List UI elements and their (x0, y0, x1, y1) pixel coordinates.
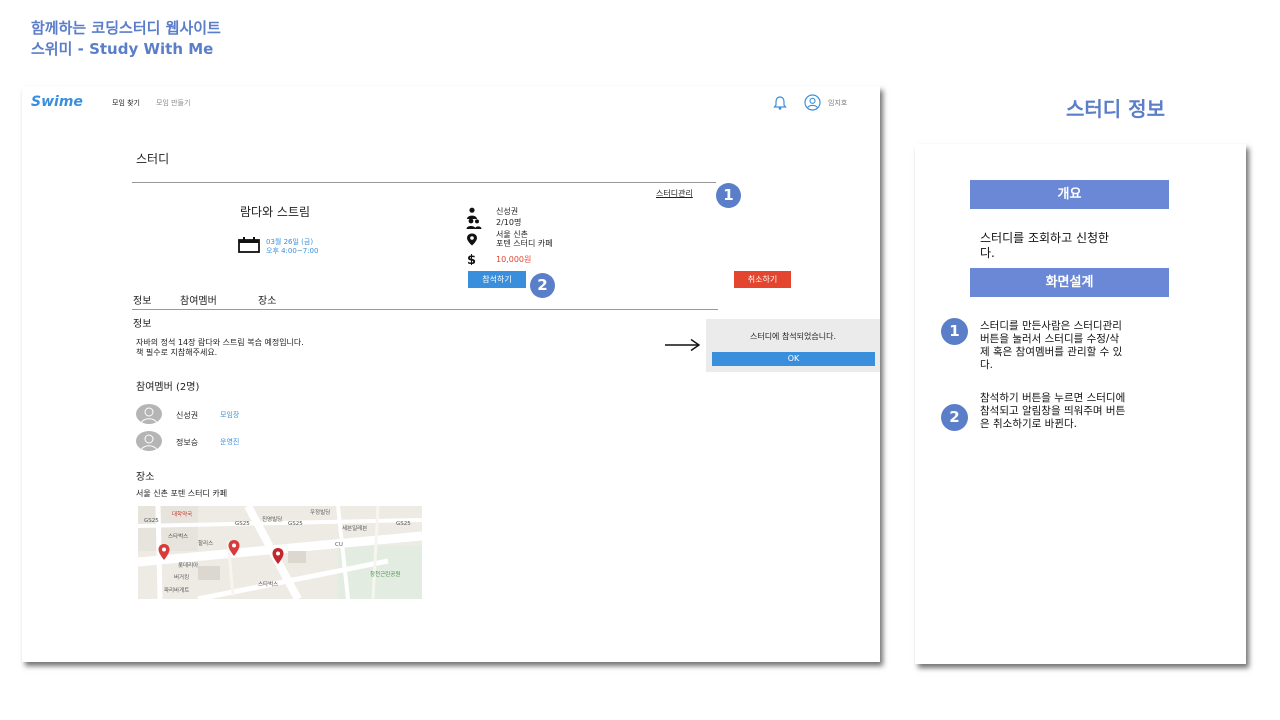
map-label: GS25 (288, 521, 303, 527)
info-text-line1: 자바의 정석 14장 람다와 스트림 복습 예정입니다. (136, 338, 304, 347)
member-name: 신성권 (176, 411, 199, 420)
map-label: 스타벅스 (258, 582, 279, 588)
map-label: 세븐일레븐 (342, 526, 368, 532)
notes-panel: 개요 스터디를 조회하고 신청한 다. 화면설계 1 스터디를 만든사람은 스터… (915, 144, 1246, 664)
place-heading: 장소 (136, 472, 155, 483)
map-label: CU (335, 542, 343, 548)
map-label: 진영빌딩 (262, 517, 283, 523)
alert-message: 스터디에 참석되었습니다. (749, 332, 837, 341)
info-text: 자바의 정석 14장 람다와 스트림 복습 예정입니다. 책 필수로 지참해주세… (136, 338, 304, 358)
slide-title: 함께하는 코딩스터디 웹사이트 스위미 - Study With Me (31, 18, 221, 60)
map-label: GS25 (235, 521, 250, 527)
place-address: 서울 신촌 포텐 스터디 카페 (136, 489, 228, 498)
cancel-button[interactable]: 취소하기 (734, 271, 791, 288)
slide-title-line2: 스위미 - Study With Me (31, 40, 214, 58)
location-pin-icon (467, 233, 477, 246)
username[interactable]: 임지호 (828, 98, 847, 108)
join-confirm-alert: 스터디에 참석되었습니다. OK (706, 319, 880, 372)
info-price: $ 10,000원 (466, 253, 596, 265)
tab-place[interactable]: 장소 (258, 292, 276, 307)
study-manage-link[interactable]: 스터디관리 (656, 188, 693, 199)
annotation-badge-1: 1 (716, 183, 741, 208)
map-label: GS25 (144, 518, 159, 524)
member-row[interactable]: 정보승 운영진 (136, 431, 336, 451)
nav-create-group[interactable]: 모임 만들기 (156, 98, 190, 108)
map-label: 대학약국 (172, 512, 193, 518)
bell-icon[interactable] (772, 95, 788, 111)
design-item-1-line: 제 혹은 참여멤버를 관리할 수 있 (980, 346, 1123, 358)
info-members-count: 2/10명 (466, 218, 596, 230)
info-text-line2: 책 필수로 지참해주세요. (136, 348, 218, 357)
location-line1: 서울 신촌 (496, 230, 528, 239)
member-role: 운영진 (220, 438, 240, 446)
header-divider (132, 182, 716, 183)
info-heading: 정보 (133, 319, 152, 330)
design-item-2-line: 은 취소하기로 바뀐다. (980, 418, 1077, 430)
annotation-badge-1: 1 (941, 318, 968, 345)
leader-name: 신성권 (496, 207, 519, 216)
group-icon (466, 218, 482, 229)
slide-title-line1: 함께하는 코딩스터디 웹사이트 (31, 19, 221, 37)
overview-text-line2: 다. (980, 246, 995, 260)
avatar (136, 404, 162, 424)
avatar-placeholder-icon (140, 407, 158, 424)
tab-members[interactable]: 참여멤버 (180, 292, 217, 307)
map-label: 파리바게트 (164, 588, 190, 594)
overview-text-line1: 스터디를 조회하고 신청한 (980, 231, 1110, 245)
nav-find-group[interactable]: 모임 찾기 (112, 98, 140, 108)
members-heading: 참여멤버 (2명) (136, 382, 200, 393)
tab-info[interactable]: 정보 (133, 292, 151, 307)
map-label: GS25 (396, 521, 411, 527)
user-icon[interactable] (804, 94, 821, 111)
design-item-1-line: 버튼을 눌러서 스터디를 수정/삭 (980, 333, 1120, 345)
overview-heading: 개요 (970, 180, 1169, 209)
map-pin-icon (228, 540, 240, 556)
screen-name: 스터디 정보 (1066, 97, 1165, 121)
calendar-icon (238, 237, 260, 253)
design-item-2: 참석하기 버튼을 누르면 스터디에 참석되고 알림창을 띄워주며 버튼 은 취소… (980, 392, 1125, 431)
member-role: 모임장 (220, 411, 240, 419)
map-label: 우정빌딩 (310, 510, 331, 516)
map-label: 버거킹 (174, 575, 190, 581)
dollar-icon: $ (467, 253, 476, 265)
alert-ok-button[interactable]: OK (712, 352, 875, 366)
app-logo[interactable]: Swime (31, 94, 83, 110)
info-location: 서울 신촌 포텐 스터디 카페 (466, 230, 596, 250)
avatar-placeholder-icon (140, 434, 158, 451)
arrow-right-icon (665, 338, 701, 352)
study-page-header: 스터디 (136, 152, 170, 166)
ui-mockup-panel: Swime 모임 찾기 모임 만들기 임지호 스터디 스터디관리 1 람다와 스… (22, 86, 880, 662)
member-name: 정보승 (176, 438, 199, 447)
location-line2: 포텐 스터디 카페 (496, 239, 553, 248)
study-date-time: 오후 4:00~7:00 (266, 247, 319, 255)
study-title: 람다와 스트림 (240, 205, 311, 219)
members-count: 2/10명 (496, 218, 522, 227)
price: 10,000원 (496, 255, 532, 264)
design-heading: 화면설계 (970, 268, 1169, 297)
map[interactable]: GS25 GS25 GS25 GS25 CU 스타벅스 할리스 롯데리아 버거킹… (138, 506, 422, 599)
map-label: 창천근린공원 (370, 572, 401, 578)
overview-text: 스터디를 조회하고 신청한 다. (980, 231, 1109, 261)
map-pin-icon (272, 548, 284, 564)
svg-text:$: $ (467, 253, 476, 265)
design-item-2-line: 참석되고 알림창을 띄워주며 버튼 (980, 405, 1126, 417)
map-label: 롯데리아 (178, 563, 199, 569)
tab-divider (132, 309, 718, 310)
design-item-1-line: 다. (980, 359, 993, 371)
design-item-2-line: 참석하기 버튼을 누르면 스터디에 (980, 392, 1126, 404)
study-date: 03월 26일 (금) 오후 4:00~7:00 (266, 238, 318, 256)
avatar (136, 431, 162, 451)
map-pin-icon (158, 544, 170, 560)
map-label: 할리스 (198, 541, 214, 547)
join-button[interactable]: 참석하기 (468, 271, 526, 288)
study-date-day: 03월 26일 (금) (266, 238, 314, 246)
member-row[interactable]: 신성권 모임장 (136, 404, 336, 424)
map-label: 스타벅스 (168, 534, 189, 540)
annotation-badge-2: 2 (941, 404, 968, 431)
design-item-1: 스터디를 만든사람은 스터디관리 버튼을 눌러서 스터디를 수정/삭 제 혹은 … (980, 320, 1122, 372)
design-item-1-line: 스터디를 만든사람은 스터디관리 (980, 320, 1122, 332)
annotation-badge-2: 2 (530, 273, 555, 298)
